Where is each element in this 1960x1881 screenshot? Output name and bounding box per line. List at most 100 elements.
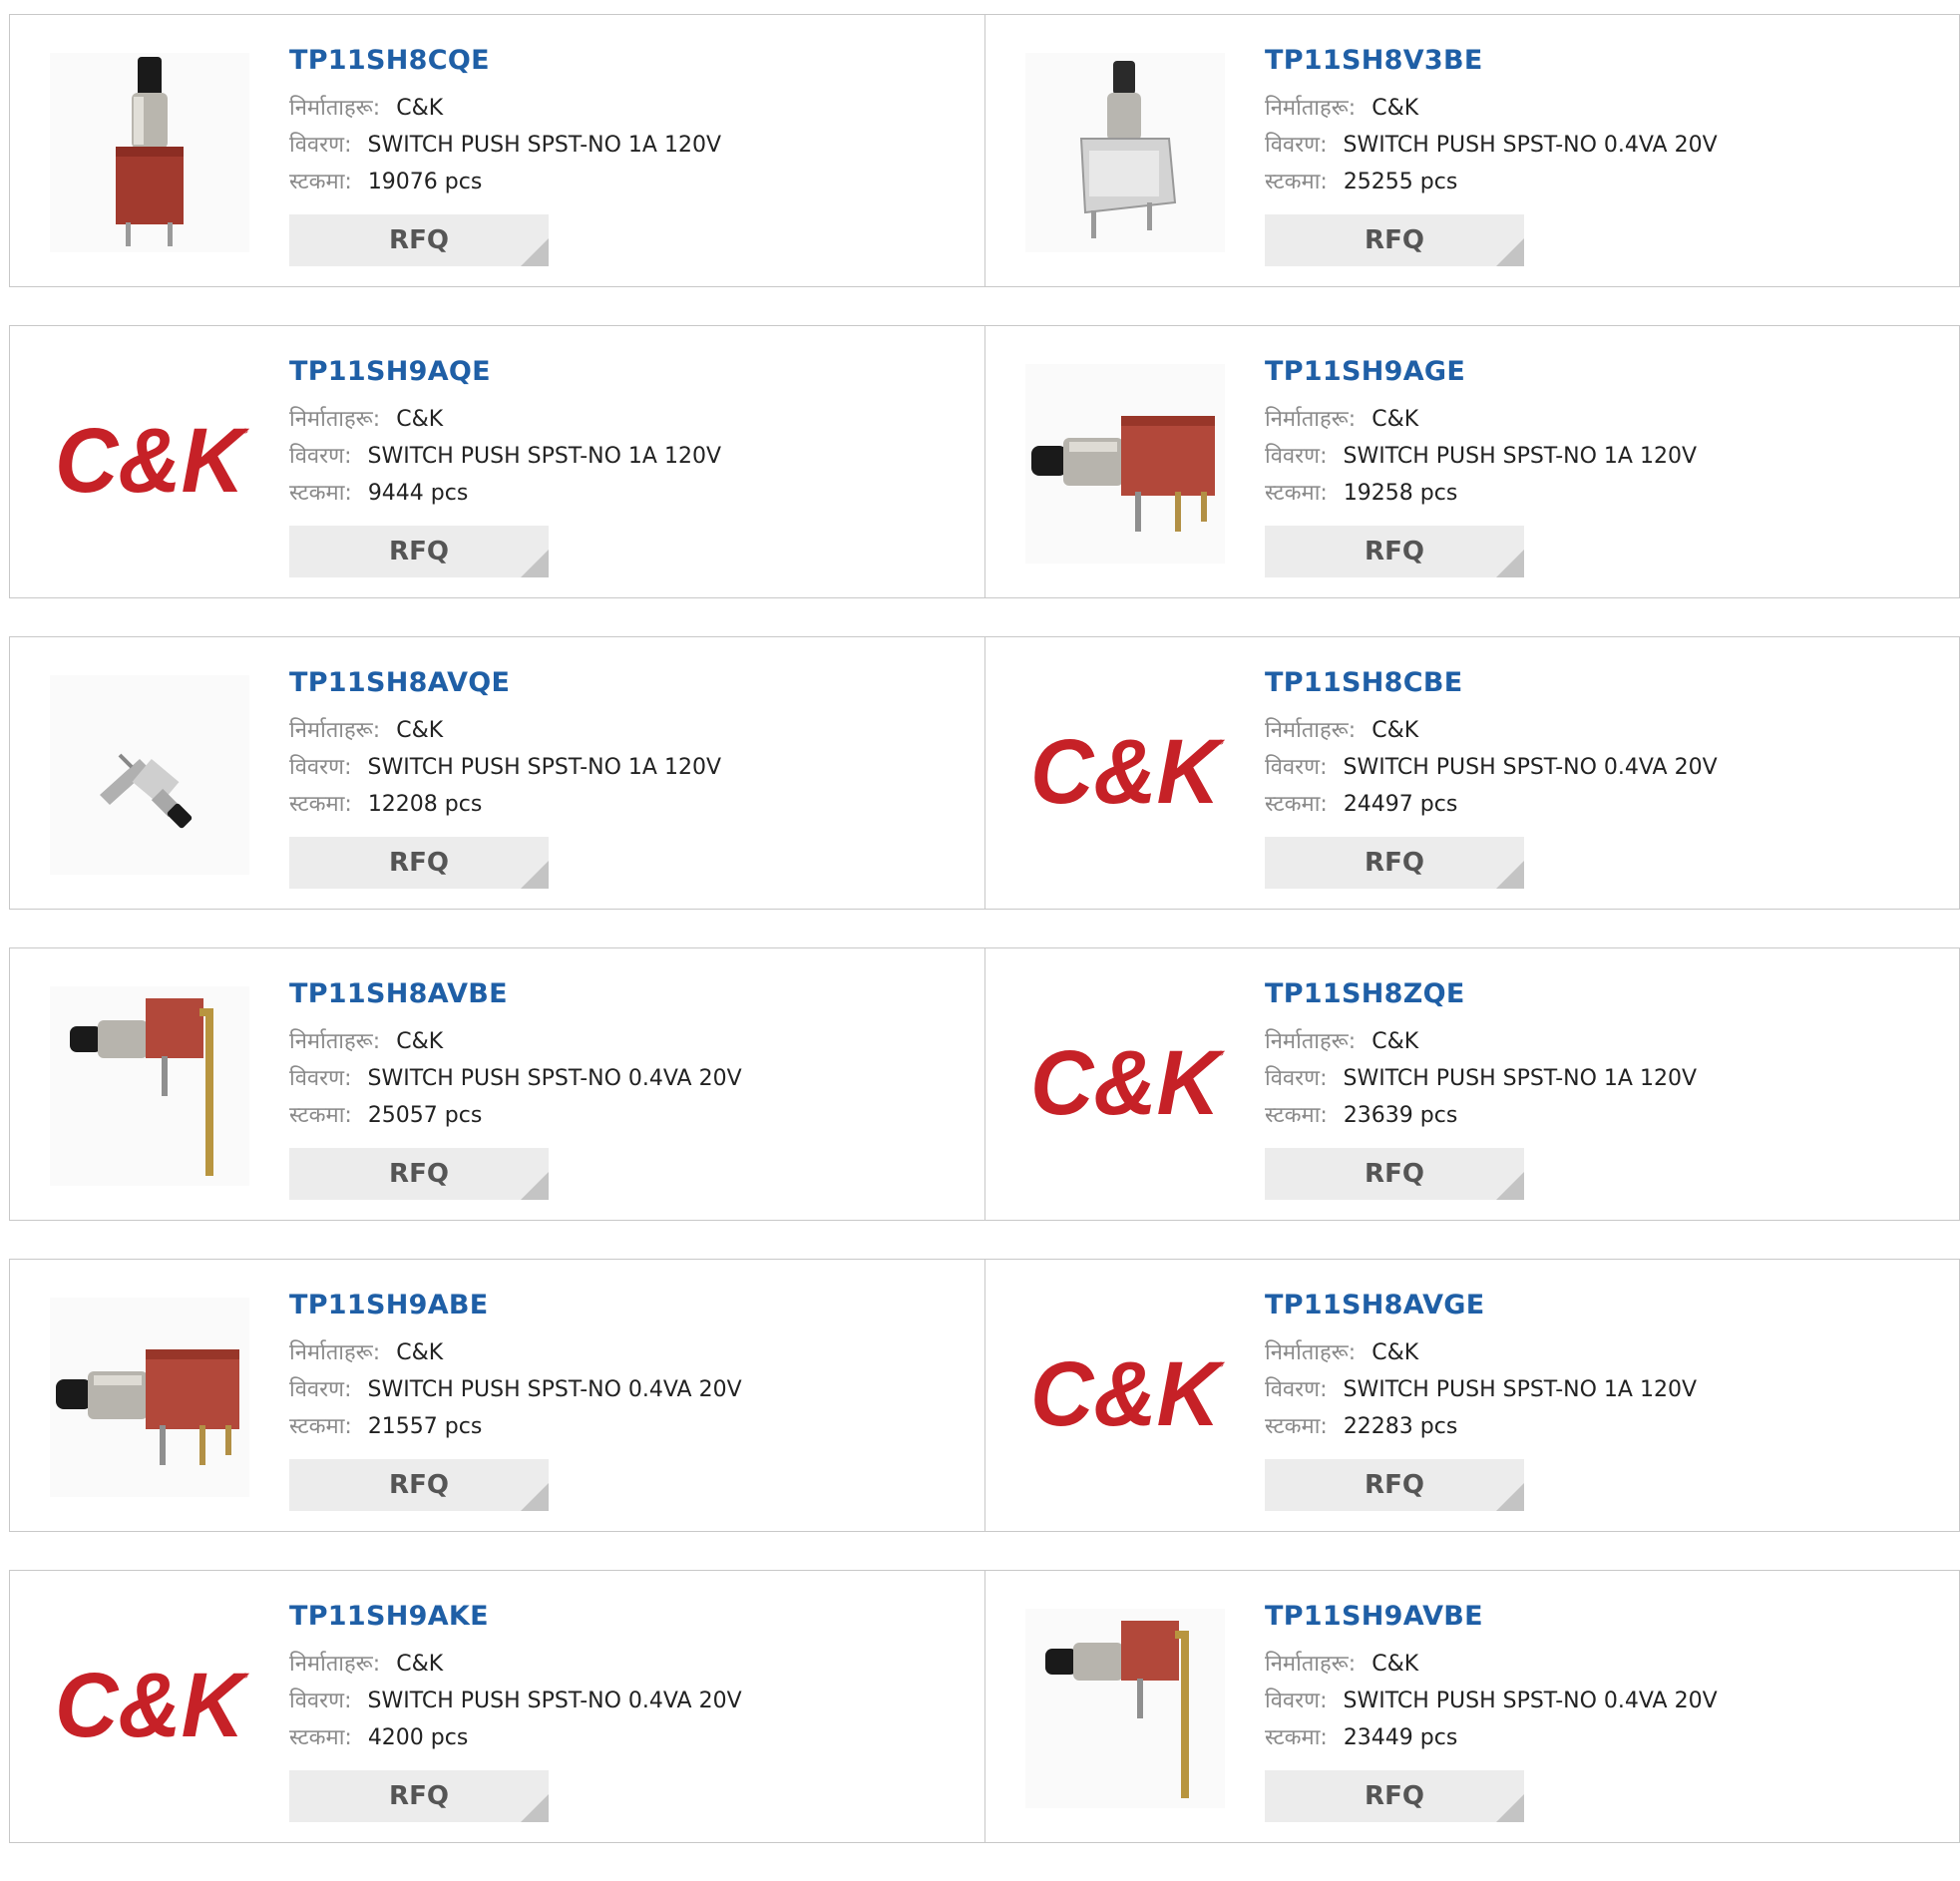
part-number-link[interactable]: TP11SH9AQE <box>289 356 721 387</box>
part-number-link[interactable]: TP11SH9AGE <box>1265 356 1697 387</box>
product-image-link[interactable]: C&K <box>1025 1298 1225 1497</box>
stock-label: स्टकमा: <box>1265 481 1328 506</box>
rfq-button[interactable]: RFQ <box>1265 1770 1524 1822</box>
description-value: SWITCH PUSH SPST-NO 1A 120V <box>367 444 722 469</box>
manufacturer-value: C&K <box>396 407 444 432</box>
manufacturer-value: C&K <box>396 1029 444 1054</box>
part-number-link[interactable]: TP11SH9AVBE <box>1265 1601 1718 1632</box>
description-value: SWITCH PUSH SPST-NO 0.4VA 20V <box>1343 1689 1718 1713</box>
rfq-label: RFQ <box>389 1470 449 1500</box>
manufacturer-value: C&K <box>1372 718 1419 743</box>
manufacturer-row: निर्माताहरू: C&K <box>1265 716 1718 753</box>
part-number-link[interactable]: TP11SH8AVBE <box>289 978 742 1009</box>
product-card: C&K TP11SH8AVGE निर्माताहरू: C&K विवरण: SW… <box>984 1259 1960 1532</box>
description-value: SWITCH PUSH SPST-NO 0.4VA 20V <box>367 1066 742 1091</box>
description-row: विवरण: SWITCH PUSH SPST-NO 1A 120V <box>289 131 721 168</box>
manufacturer-label: निर्माताहरू: <box>289 718 381 743</box>
rfq-button[interactable]: RFQ <box>289 1148 549 1200</box>
rfq-label: RFQ <box>1365 225 1424 255</box>
description-row: विवरण: SWITCH PUSH SPST-NO 0.4VA 20V <box>1265 131 1718 168</box>
manufacturer-value: C&K <box>1372 1652 1419 1677</box>
rfq-label: RFQ <box>389 225 449 255</box>
ck-logo-image: C&K <box>1030 721 1225 823</box>
product-image-link[interactable]: C&K <box>1025 986 1225 1186</box>
manufacturer-label: निर्माताहरू: <box>289 96 381 121</box>
ck-logo-text: C&K <box>1030 1343 1225 1445</box>
rfq-button[interactable]: RFQ <box>289 1770 549 1822</box>
ck-logo-image: C&K <box>1030 1032 1225 1134</box>
product-card: TP11SH8AVQE निर्माताहरू: C&K विवरण: SWITCH… <box>9 636 985 910</box>
product-image-link[interactable] <box>1025 364 1225 564</box>
horizontal-switch-image <box>1025 364 1225 564</box>
product-card: C&K TP11SH8ZQE निर्माताहरू: C&K विवरण: SWI… <box>984 947 1960 1221</box>
corner-triangle-icon <box>1496 238 1524 266</box>
product-image-link[interactable]: C&K <box>50 1609 249 1808</box>
rfq-button[interactable]: RFQ <box>1265 214 1524 266</box>
part-number-link[interactable]: TP11SH9AKE <box>289 1601 742 1632</box>
part-number-link[interactable]: TP11SH8AVGE <box>1265 1290 1697 1320</box>
part-number-link[interactable]: TP11SH9ABE <box>289 1290 742 1320</box>
rfq-button[interactable]: RFQ <box>289 526 549 577</box>
stock-value: 25057 pcs <box>367 1103 483 1128</box>
part-number-link[interactable]: TP11SH8V3BE <box>1265 45 1718 76</box>
description-label: विवरण: <box>289 444 352 469</box>
rfq-label: RFQ <box>389 1159 449 1189</box>
long-lead-switch-image <box>1025 1609 1225 1808</box>
corner-triangle-icon <box>521 238 549 266</box>
corner-triangle-icon <box>1496 861 1524 889</box>
stock-value: 19258 pcs <box>1343 481 1458 506</box>
stock-label: स्टकमा: <box>289 1103 352 1128</box>
rfq-button[interactable]: RFQ <box>1265 1148 1524 1200</box>
product-image-link[interactable] <box>50 53 249 252</box>
product-image-link[interactable]: C&K <box>1025 675 1225 875</box>
part-number-link[interactable]: TP11SH8CQE <box>289 45 721 76</box>
stock-value: 25255 pcs <box>1343 170 1458 194</box>
rfq-button[interactable]: RFQ <box>1265 837 1524 889</box>
description-row: विवरण: SWITCH PUSH SPST-NO 0.4VA 20V <box>289 1687 742 1723</box>
part-number-link[interactable]: TP11SH8ZQE <box>1265 978 1697 1009</box>
stock-row: स्टकमा: 23449 pcs <box>1265 1723 1718 1760</box>
description-label: विवरण: <box>1265 444 1328 469</box>
corner-triangle-icon <box>1496 550 1524 577</box>
description-value: SWITCH PUSH SPST-NO 1A 120V <box>1343 1377 1698 1402</box>
product-image-link[interactable] <box>50 1298 249 1497</box>
product-image-link[interactable]: C&K <box>50 364 249 564</box>
product-info: TP11SH8CBE निर्माताहरू: C&K विवरण: SWITCH … <box>1265 667 1718 827</box>
description-value: SWITCH PUSH SPST-NO 0.4VA 20V <box>367 1689 742 1713</box>
description-value: SWITCH PUSH SPST-NO 0.4VA 20V <box>1343 133 1718 158</box>
horizontal-switch-image <box>50 1298 249 1497</box>
product-card: TP11SH9ABE निर्माताहरू: C&K विवरण: SWITCH … <box>9 1259 985 1532</box>
rfq-button[interactable]: RFQ <box>289 214 549 266</box>
ck-logo-image: C&K <box>55 1655 249 1756</box>
stock-label: स्टकमा: <box>1265 1103 1328 1128</box>
description-value: SWITCH PUSH SPST-NO 0.4VA 20V <box>367 1377 742 1402</box>
part-number-link[interactable]: TP11SH8AVQE <box>289 667 721 698</box>
stock-label: स्टकमा: <box>1265 792 1328 817</box>
stock-value: 24497 pcs <box>1343 792 1458 817</box>
product-info: TP11SH8V3BE निर्माताहरू: C&K विवरण: SWITCH… <box>1265 45 1718 204</box>
description-label: विवरण: <box>1265 1689 1328 1713</box>
product-image-link[interactable] <box>1025 1609 1225 1808</box>
manufacturer-row: निर्माताहरू: C&K <box>289 1027 742 1064</box>
part-number-link[interactable]: TP11SH8CBE <box>1265 667 1718 698</box>
product-info: TP11SH9AQE निर्माताहरू: C&K विवरण: SWITCH … <box>289 356 721 516</box>
description-row: विवरण: SWITCH PUSH SPST-NO 1A 120V <box>289 753 721 790</box>
description-label: विवरण: <box>289 755 352 780</box>
manufacturer-row: निर्माताहरू: C&K <box>289 1338 742 1375</box>
rfq-button[interactable]: RFQ <box>289 837 549 889</box>
rfq-button[interactable]: RFQ <box>289 1459 549 1511</box>
product-image-link[interactable] <box>1025 53 1225 252</box>
product-image-link[interactable] <box>50 675 249 875</box>
manufacturer-label: निर्माताहरू: <box>1265 1340 1357 1365</box>
product-image-link[interactable] <box>50 986 249 1186</box>
manufacturer-label: निर्माताहरू: <box>289 1652 381 1677</box>
rfq-button[interactable]: RFQ <box>1265 1459 1524 1511</box>
stock-row: स्टकमा: 25255 pcs <box>1265 168 1718 204</box>
stock-row: स्टकमा: 22283 pcs <box>1265 1412 1697 1449</box>
description-row: विवरण: SWITCH PUSH SPST-NO 0.4VA 20V <box>289 1064 742 1101</box>
rfq-button[interactable]: RFQ <box>1265 526 1524 577</box>
manufacturer-row: निर्माताहरू: C&K <box>289 716 721 753</box>
manufacturer-label: निर्माताहरू: <box>289 1029 381 1054</box>
angled-switch-image <box>50 675 249 875</box>
corner-triangle-icon <box>1496 1172 1524 1200</box>
